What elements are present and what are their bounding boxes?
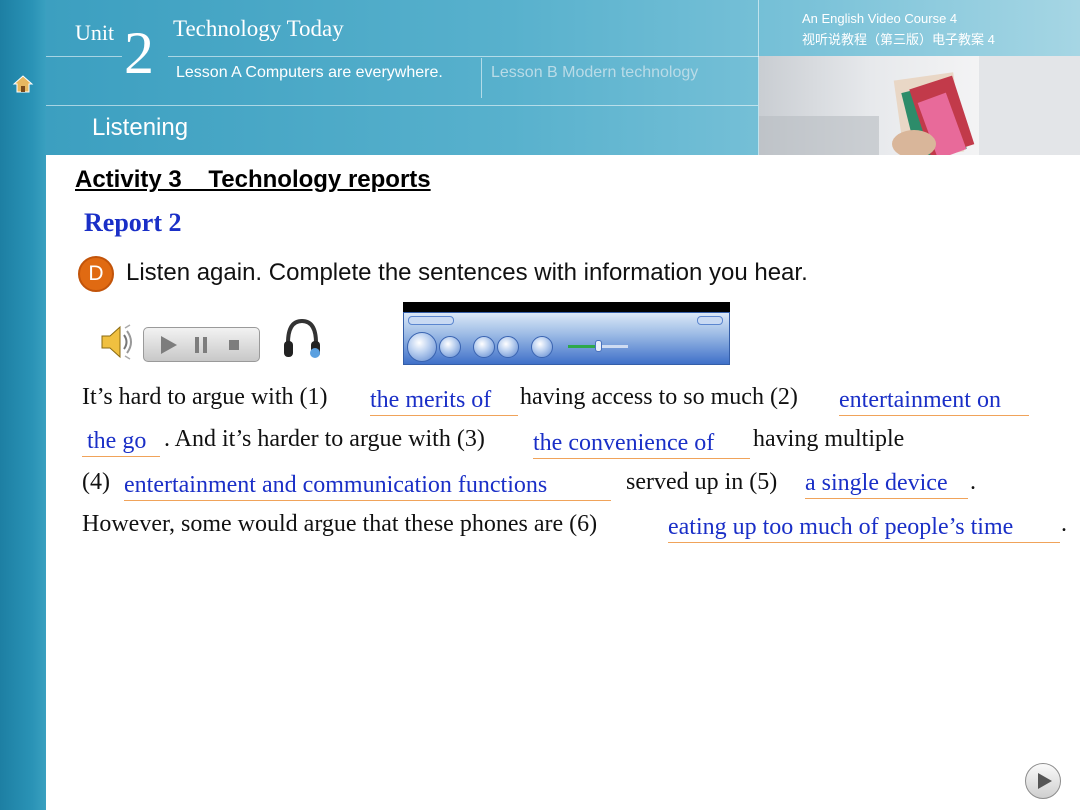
headphones-icon[interactable] xyxy=(282,317,322,363)
lesson-a-link[interactable]: Lesson A Computers are everywhere. xyxy=(176,64,443,82)
play-icon[interactable] xyxy=(156,333,180,357)
media-mute-button[interactable] xyxy=(531,336,553,358)
lesson-divider xyxy=(481,58,482,98)
header-photo xyxy=(759,56,1080,155)
instruction-text: Listen again. Complete the sentences wit… xyxy=(126,259,808,286)
sentence-text: served up in (5) xyxy=(626,469,778,495)
next-slide-button[interactable] xyxy=(1025,763,1061,799)
media-player-body xyxy=(403,312,730,365)
answer-3: the convenience of xyxy=(533,430,750,459)
activity-title: Activity 3 Technology reports xyxy=(75,166,431,193)
report-heading: Report 2 xyxy=(84,208,182,237)
home-icon[interactable] xyxy=(12,74,34,94)
stop-icon[interactable] xyxy=(222,333,246,357)
media-menu-button[interactable] xyxy=(408,316,454,325)
sentence-text: . xyxy=(1061,511,1067,537)
answer-4: entertainment and communication function… xyxy=(124,472,611,501)
sentence-text: However, some would argue that these pho… xyxy=(82,511,598,537)
task-badge: D xyxy=(78,256,114,292)
answer-5: a single device xyxy=(805,470,968,499)
answer-2-continued: the go xyxy=(82,428,160,457)
sentence-text: . xyxy=(970,469,976,495)
media-player xyxy=(403,302,730,365)
sentence-text: It’s hard to argue with (1) xyxy=(82,384,328,410)
media-play-button[interactable] xyxy=(407,332,437,362)
answer-2: entertainment on xyxy=(839,387,1029,416)
media-next-button[interactable] xyxy=(497,336,519,358)
answer-1: the merits of xyxy=(370,387,518,416)
lesson-b-link[interactable]: Lesson B Modern technology xyxy=(491,64,698,82)
sentence-text: (4) xyxy=(82,469,110,495)
header-divider xyxy=(46,105,758,106)
course-name-cn: 视听说教程（第三版）电子教案 4 xyxy=(802,32,995,47)
next-slide-icon xyxy=(1038,773,1052,789)
pause-icon[interactable] xyxy=(189,333,213,357)
volume-thumb[interactable] xyxy=(595,340,602,352)
unit-label: Unit xyxy=(75,20,115,45)
audio-controls xyxy=(143,327,260,362)
sentence-text: . And it’s harder to argue with (3) xyxy=(164,426,485,452)
unit-title: Technology Today xyxy=(173,16,344,41)
media-stop-button[interactable] xyxy=(439,336,461,358)
unit-number: 2 xyxy=(124,20,154,86)
sentence-text: having access to so much (2) xyxy=(520,384,798,410)
media-resize-button[interactable] xyxy=(697,316,723,325)
section-title: Listening xyxy=(92,114,189,141)
sentence-text: having multiple xyxy=(753,426,905,452)
speaker-icon[interactable] xyxy=(98,322,138,362)
answer-6: eating up too much of people’s time xyxy=(668,514,1060,543)
header-divider xyxy=(46,56,122,57)
course-name-en: An English Video Course 4 xyxy=(802,11,958,26)
left-sidebar xyxy=(0,0,46,810)
media-player-titlebar xyxy=(403,302,730,312)
media-prev-button[interactable] xyxy=(473,336,495,358)
